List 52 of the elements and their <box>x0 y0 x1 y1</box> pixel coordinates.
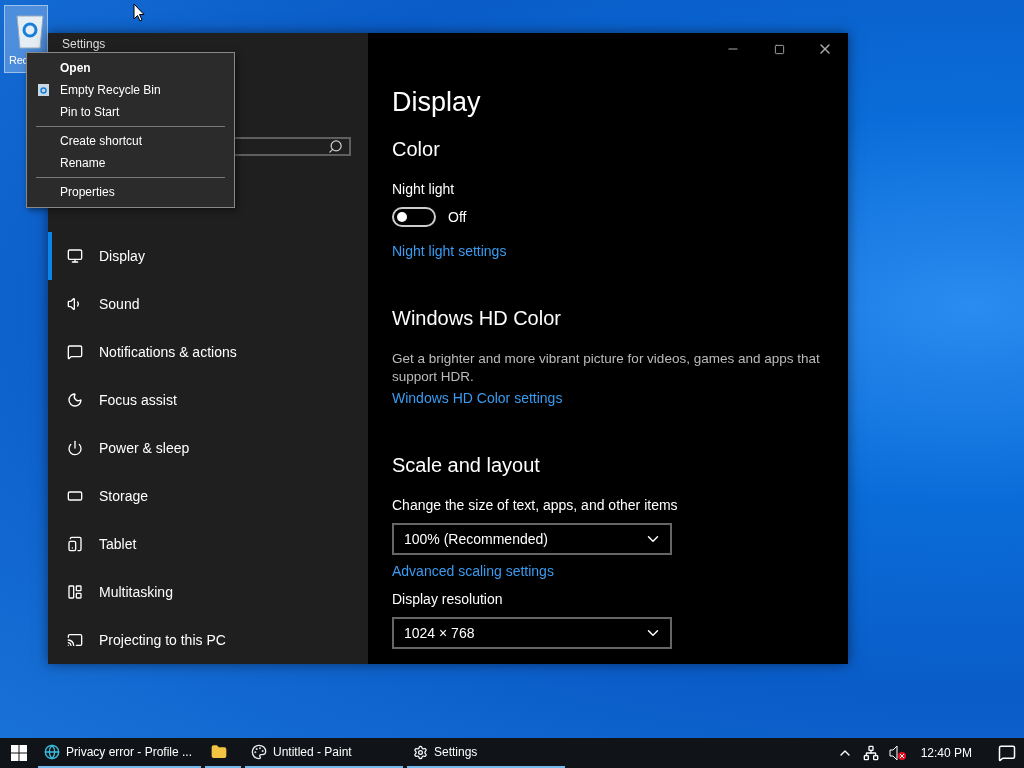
folder-icon <box>211 744 227 760</box>
moon-icon <box>67 392 83 408</box>
tablet-icon <box>67 536 83 552</box>
taskbar-app-button[interactable]: Settings <box>407 738 565 768</box>
palette-icon <box>251 744 267 760</box>
network-icon[interactable] <box>862 745 879 761</box>
nav-item[interactable]: Projecting to this PC <box>48 616 368 664</box>
description-text: Get a brighter and more vibrant picture for videos, games and apps that support HDR. <box>392 350 821 386</box>
menu-item[interactable]: Create shortcut <box>27 130 234 152</box>
page-title: Display <box>392 87 482 118</box>
dropdown[interactable]: 100% (Recommended) <box>392 523 672 555</box>
settings-link[interactable]: Advanced scaling settings <box>392 563 554 579</box>
layout-icon <box>67 584 83 600</box>
power-icon <box>67 440 83 456</box>
maximize-icon <box>773 43 785 55</box>
window-title: Settings <box>62 38 106 51</box>
section-heading: Color <box>392 138 441 161</box>
dropdown[interactable]: 1024 × 768 <box>392 617 672 649</box>
setting-label: Display resolution <box>392 591 504 607</box>
nav-item[interactable]: Focus assist <box>48 376 368 424</box>
notification-icon[interactable] <box>998 744 1016 762</box>
rectangle-icon <box>67 488 83 504</box>
taskbar-app-button[interactable]: Untitled - Paint <box>245 738 403 768</box>
message-icon <box>67 344 83 360</box>
nav-item[interactable]: Tablet <box>48 520 368 568</box>
toggle-state-text: Off <box>448 209 467 225</box>
recycle-bin-icon <box>38 84 49 96</box>
projector-icon <box>67 632 83 648</box>
nav-item[interactable]: Notifications & actions <box>48 328 368 376</box>
search-icon <box>328 139 343 154</box>
nav-item[interactable]: Sound <box>48 280 368 328</box>
taskbar-app-button[interactable]: Privacy error - Profile ... <box>38 738 201 768</box>
setting-label: Change the size of text, apps, and other items <box>392 497 679 513</box>
menu-item[interactable]: Rename <box>27 152 234 174</box>
browser-icon <box>44 744 60 760</box>
settings-link[interactable]: Night light settings <box>392 243 507 259</box>
menu-item[interactable]: Empty Recycle Bin <box>27 79 234 101</box>
nav-item[interactable]: Storage <box>48 472 368 520</box>
nav-item[interactable]: Power & sleep <box>48 424 368 472</box>
setting-label: Night light <box>392 181 456 197</box>
menu-item[interactable]: Pin to Start <box>27 101 234 123</box>
menu-item[interactable]: Properties <box>27 181 234 203</box>
gear-icon <box>413 744 428 760</box>
toggle-switch[interactable] <box>392 207 436 227</box>
clock-time[interactable]: 12:40 PM <box>920 746 972 760</box>
section-heading: Windows HD Color <box>392 307 562 330</box>
nav-item[interactable]: Multitasking <box>48 568 368 616</box>
muted-speaker-icon[interactable] <box>888 745 907 761</box>
section-heading: Scale and layout <box>392 454 541 477</box>
pointer-icon <box>133 3 145 22</box>
monitor-icon <box>67 248 83 264</box>
settings-link[interactable]: Windows HD Color settings <box>392 390 563 406</box>
